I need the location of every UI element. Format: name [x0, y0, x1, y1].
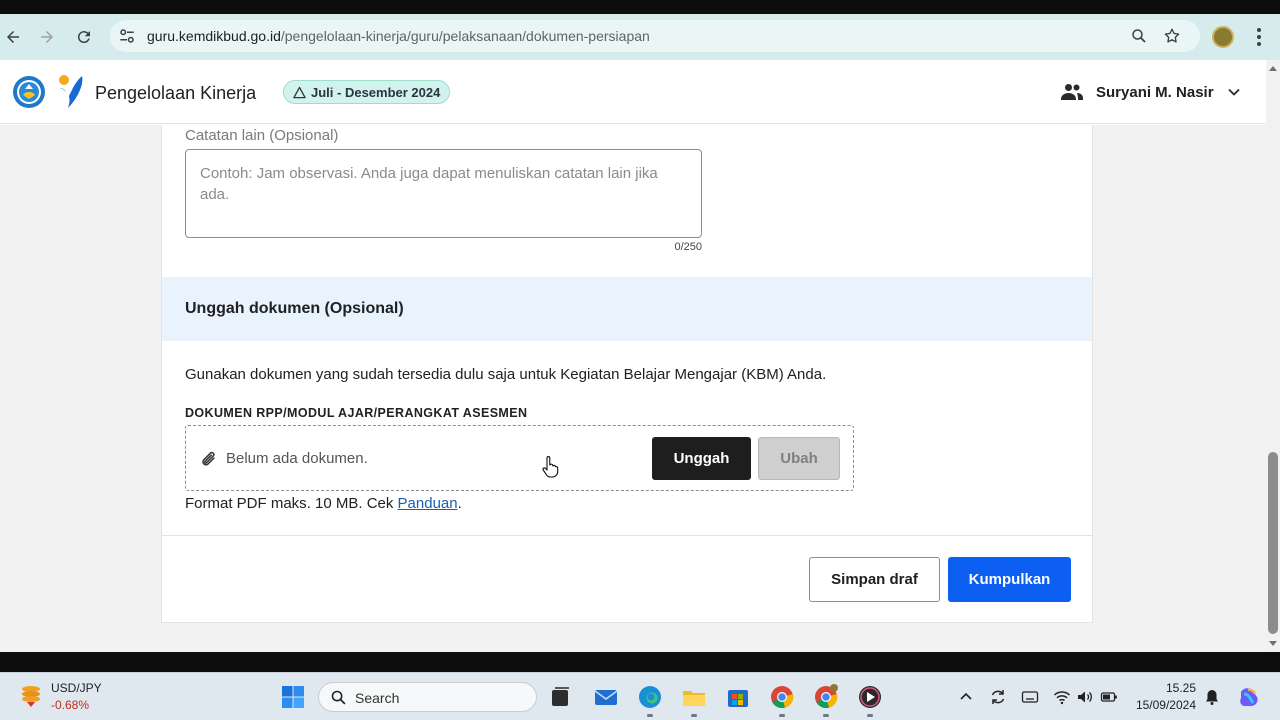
search-placeholder: Search	[355, 690, 400, 706]
zoom-icon[interactable]	[1130, 27, 1148, 45]
taskbar-search[interactable]: Search	[318, 682, 537, 712]
upload-description: Gunakan dokumen yang sudah tersedia dulu…	[185, 366, 827, 383]
chevron-up-icon[interactable]	[957, 688, 975, 706]
app-title: Pengelolaan Kinerja	[95, 83, 257, 103]
keyboard-icon[interactable]	[1021, 688, 1039, 706]
page-scrollbar[interactable]	[1266, 60, 1280, 652]
hand-cursor-icon	[542, 456, 559, 478]
media-player-icon[interactable]	[857, 684, 883, 710]
sync-icon[interactable]	[989, 688, 1007, 706]
period-badge[interactable]: Juli - Desember 2024	[283, 80, 451, 104]
chrome2-running-indicator	[823, 714, 829, 717]
widget-name[interactable]: USD/JPY	[51, 681, 102, 695]
widget-value[interactable]: -0.68%	[51, 698, 89, 712]
back-icon[interactable]	[0, 24, 26, 50]
file-explorer-icon[interactable]	[681, 684, 707, 710]
format-note-suffix: .	[457, 495, 462, 512]
notes-label: Catatan lain (Opsional)	[185, 127, 339, 144]
format-note: Format PDF maks. 10 MB. Cek Panduan.	[185, 495, 462, 512]
notes-placeholder: Contoh: Jam observasi. Anda juga dapat m…	[200, 165, 658, 203]
paperclip-icon	[202, 451, 215, 466]
wifi-icon[interactable]	[1053, 688, 1071, 706]
char-counter: 0/250	[674, 241, 702, 253]
battery-icon[interactable]	[1100, 688, 1118, 706]
explorer-running-indicator	[691, 714, 697, 717]
merdeka-logo	[59, 75, 83, 108]
chrome-menu-icon[interactable]	[1252, 26, 1266, 48]
chrome-running-indicator	[779, 714, 785, 717]
kemdikbud-logo	[13, 76, 45, 108]
scroll-down-arrow[interactable]	[1269, 641, 1277, 646]
browser-toolbar: guru.kemdikbud.go.id/pengelolaan-kinerja…	[0, 14, 1280, 60]
scroll-up-arrow[interactable]	[1269, 66, 1277, 71]
notes-textarea[interactable]: Contoh: Jam observasi. Anda juga dapat m…	[185, 149, 702, 238]
bottom-strip	[0, 652, 1280, 672]
document-upload-field[interactable]: Belum ada dokumen. Unggah Ubah	[185, 425, 854, 491]
change-button[interactable]: Ubah	[758, 437, 840, 480]
guide-link[interactable]: Panduan	[398, 495, 458, 512]
upload-button[interactable]: Unggah	[652, 437, 751, 480]
upload-section-header: Unggah dokumen (Opsional)	[162, 277, 1092, 341]
submit-button[interactable]: Kumpulkan	[948, 557, 1071, 602]
chevron-down-icon[interactable]	[1227, 85, 1241, 99]
no-document-text: Belum ada dokumen.	[226, 450, 368, 467]
scroll-thumb[interactable]	[1268, 452, 1278, 634]
people-icon	[1061, 84, 1083, 100]
taskbar: USD/JPY -0.68% Search 15.25 15/09/2024	[0, 672, 1280, 720]
period-badge-label: Juli - Desember 2024	[311, 84, 441, 100]
copilot-icon[interactable]	[1236, 684, 1262, 710]
user-menu[interactable]: Suryani M. Nasir	[1060, 82, 1241, 102]
format-note-text: Format PDF maks. 10 MB. Cek	[185, 495, 398, 512]
document-field-label: DOKUMEN RPP/MODUL AJAR/PERANGKAT ASESMEN	[185, 406, 528, 420]
clock-date[interactable]: 15/09/2024	[1130, 698, 1196, 712]
user-name: Suryani M. Nasir	[1096, 83, 1214, 101]
mail-icon[interactable]	[593, 684, 619, 710]
currency-widget-icon[interactable]	[18, 684, 44, 708]
task-view-icon[interactable]	[547, 684, 573, 710]
form-card: Catatan lain (Opsional) Contoh: Jam obse…	[161, 125, 1093, 623]
profile-avatar[interactable]	[1212, 26, 1234, 48]
site-info-icon[interactable]	[118, 27, 136, 45]
warning-triangle-icon	[293, 86, 306, 98]
notification-bell-icon[interactable]	[1203, 688, 1221, 706]
window-title-strip	[0, 0, 1280, 14]
bookmark-star-icon[interactable]	[1163, 27, 1181, 45]
store-icon[interactable]	[725, 684, 751, 710]
url-host: guru.kemdikbud.go.id	[147, 28, 281, 44]
media-running-indicator	[867, 714, 873, 717]
chrome-icon[interactable]	[769, 684, 795, 710]
edge-running-indicator	[647, 714, 653, 717]
edge-icon[interactable]	[637, 684, 663, 710]
card-divider	[162, 535, 1092, 536]
address-bar[interactable]: guru.kemdikbud.go.id/pengelolaan-kinerja…	[110, 20, 1200, 52]
reload-icon[interactable]	[71, 24, 97, 50]
upload-section-title: Unggah dokumen (Opsional)	[185, 300, 404, 317]
url-path: /pengelolaan-kinerja/guru/pelaksanaan/do…	[280, 28, 650, 44]
forward-icon[interactable]	[34, 24, 60, 50]
app-header: Pengelolaan Kinerja Juli - Desember 2024…	[0, 60, 1266, 124]
save-draft-button[interactable]: Simpan draf	[809, 557, 940, 602]
windows-start-icon[interactable]	[280, 684, 306, 710]
url-text[interactable]: guru.kemdikbud.go.id/pengelolaan-kinerja…	[147, 28, 650, 44]
search-icon	[331, 690, 346, 705]
volume-icon[interactable]	[1076, 688, 1094, 706]
chrome-profile-icon[interactable]	[813, 684, 839, 710]
clock-time[interactable]: 15.25	[1130, 681, 1196, 695]
